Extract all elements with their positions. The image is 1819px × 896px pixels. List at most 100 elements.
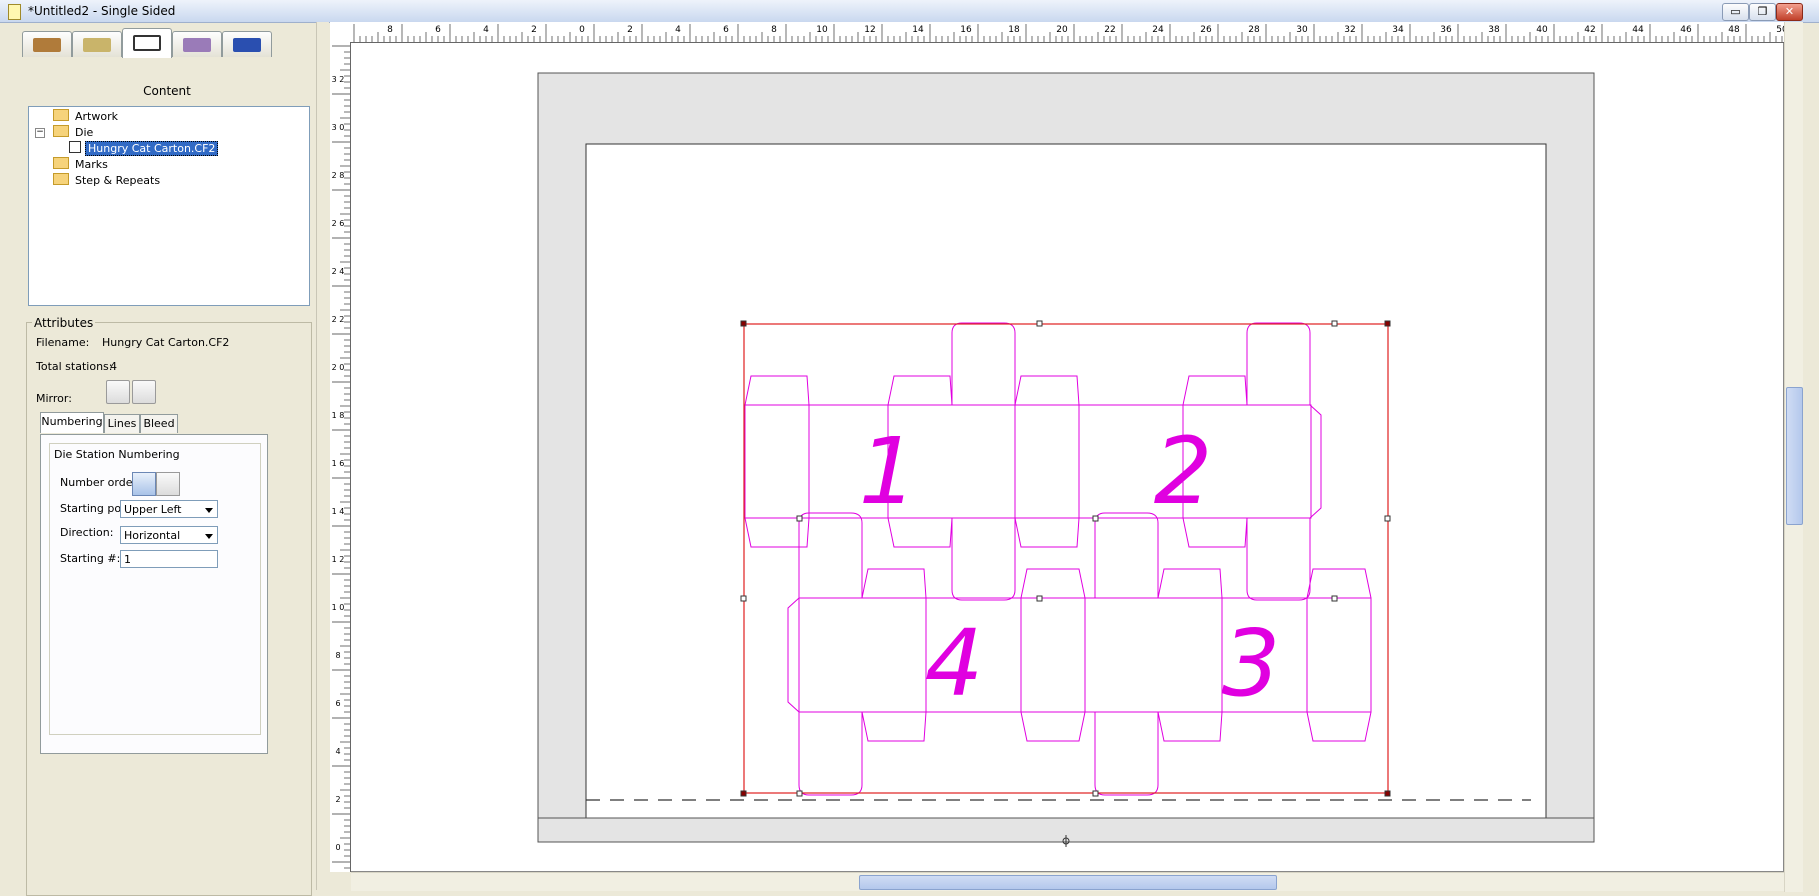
ruler-label: 1 6	[332, 459, 345, 468]
resize-handle[interactable]	[1331, 320, 1338, 327]
station-number: 4	[925, 610, 984, 717]
ruler-label: 14	[912, 25, 924, 35]
ruler-label: 4	[335, 747, 340, 756]
resize-handle[interactable]	[796, 515, 803, 522]
direction-value: Horizontal	[124, 529, 181, 542]
horizontal-scrollbar[interactable]	[351, 872, 1784, 891]
artwork-tab-icon	[33, 38, 61, 52]
artwork-tab[interactable]	[22, 31, 72, 57]
starting-number-input[interactable]: 1	[120, 550, 218, 568]
ruler-label: 2 2	[332, 315, 345, 324]
mirror-label: Mirror:	[36, 392, 72, 405]
ruler-label: 2	[627, 25, 633, 35]
die-tab[interactable]	[72, 31, 122, 57]
minimize-button[interactable]: ▭	[1722, 3, 1749, 21]
tree-item-step-repeats[interactable]: Step & Repeats	[53, 173, 160, 187]
folder-icon	[53, 173, 69, 185]
dropdown-arrow-icon	[205, 534, 213, 539]
ruler-label: 2 8	[332, 171, 345, 180]
ruler-label: 32	[1344, 25, 1355, 35]
tab-numbering[interactable]: Numbering	[40, 412, 104, 433]
ruler-label: 8	[387, 25, 393, 35]
press-tab[interactable]	[172, 31, 222, 57]
number-order-label: Number order:	[60, 476, 141, 489]
tree-item-marks[interactable]: Marks	[53, 157, 108, 171]
ruler-label: 3 2	[332, 75, 345, 84]
ruler-label: 38	[1488, 25, 1500, 35]
ruler-label: 18	[1008, 25, 1020, 35]
resize-handle[interactable]	[740, 790, 747, 797]
ruler-label: 1 0	[332, 603, 345, 612]
tab-lines[interactable]: Lines	[104, 414, 140, 433]
direction-label: Direction:	[60, 526, 114, 539]
info-tab-icon	[233, 38, 261, 52]
panel-splitter[interactable]	[316, 22, 329, 890]
starting-point-value: Upper Left	[124, 503, 182, 516]
close-button[interactable]: ✕	[1776, 3, 1803, 21]
resize-handle[interactable]	[740, 595, 747, 602]
direction-select[interactable]: Horizontal	[120, 526, 218, 544]
mirror-vertical-button[interactable]	[106, 380, 130, 404]
tree-label: Die	[75, 126, 94, 139]
folder-icon	[53, 125, 69, 137]
resize-handle[interactable]	[1331, 595, 1338, 602]
resize-handle[interactable]	[1384, 320, 1391, 327]
collapse-icon[interactable]: −	[35, 128, 45, 138]
info-tab[interactable]	[222, 31, 272, 57]
ruler-label: 26	[1200, 25, 1212, 35]
ruler-label: 16	[960, 25, 972, 35]
number-order-zigzag-button[interactable]	[156, 472, 180, 496]
content-tree: Artwork Die Hungry Cat Carton.CF2 Marks …	[28, 106, 310, 306]
mirror-horizontal-button[interactable]	[132, 380, 156, 404]
filename-label: Filename:	[36, 336, 90, 349]
resize-handle[interactable]	[1384, 790, 1391, 797]
attributes-title: Attributes	[32, 316, 96, 330]
total-stations-value: 4	[110, 360, 117, 373]
restore-button[interactable]: ❐	[1749, 3, 1776, 21]
ruler-label: 0	[335, 843, 340, 852]
resize-handle[interactable]	[1036, 320, 1043, 327]
layout-tab[interactable]	[122, 28, 172, 58]
ruler-label: 40	[1536, 25, 1548, 35]
station-number: 2	[1154, 418, 1213, 525]
ruler-label: 6	[335, 699, 340, 708]
document-icon	[8, 4, 21, 20]
window-title: *Untitled2 - Single Sided	[28, 4, 176, 18]
tree-item-artwork[interactable]: Artwork	[53, 109, 118, 123]
vertical-scroll-thumb[interactable]	[1786, 387, 1803, 525]
resize-handle[interactable]	[796, 790, 803, 797]
resize-handle[interactable]	[1384, 515, 1391, 522]
tree-item-die-file[interactable]: Hungry Cat Carton.CF2	[69, 141, 219, 156]
ruler-label: 10	[816, 25, 828, 35]
tree-item-die[interactable]: Die	[53, 125, 93, 139]
content-section: Content Artwork Die Hungry Cat Carton.CF…	[22, 58, 312, 308]
ruler-label: 6	[723, 25, 729, 35]
ruler-label: 30	[1296, 25, 1308, 35]
horizontal-scroll-thumb[interactable]	[859, 875, 1277, 890]
vertical-scrollbar[interactable]	[1784, 22, 1803, 892]
ruler-label: 2	[531, 25, 537, 35]
tab-bleed[interactable]: Bleed	[140, 414, 178, 433]
ruler-label: 34	[1392, 25, 1404, 35]
resize-handle[interactable]	[740, 320, 747, 327]
resize-handle[interactable]	[1036, 595, 1043, 602]
tree-label: Marks	[75, 158, 108, 171]
resize-handle[interactable]	[1092, 515, 1099, 522]
number-order-row-button[interactable]	[132, 472, 156, 496]
numbering-group: Die Station Numbering Number order: Star…	[49, 443, 261, 735]
attributes-section: Attributes Filename: Hungry Cat Carton.C…	[22, 316, 312, 896]
ruler-origin[interactable]	[330, 22, 351, 43]
starting-point-select[interactable]: Upper Left	[120, 500, 218, 518]
tree-label-selected: Hungry Cat Carton.CF2	[85, 141, 219, 156]
ruler-label: 4	[483, 25, 489, 35]
ruler-label: 2 6	[332, 219, 345, 228]
folder-icon	[53, 157, 69, 169]
resize-handle[interactable]	[1092, 790, 1099, 797]
station-number: 1	[859, 418, 918, 525]
vertical-ruler: 3 2 3 0 2 8 2 6 2 4 2 2 2 0 1 8 1 6 1 4 1 2 1 0 8 6 4 2…	[330, 42, 351, 872]
ruler-label: 48	[1728, 25, 1740, 35]
tree-label: Step & Repeats	[75, 174, 161, 187]
layout-canvas[interactable]: 1 2 3 4	[351, 43, 1784, 872]
dropdown-arrow-icon	[205, 508, 213, 513]
title-bar: *Untitled2 - Single Sided ▭ ❐ ✕	[0, 0, 1819, 23]
